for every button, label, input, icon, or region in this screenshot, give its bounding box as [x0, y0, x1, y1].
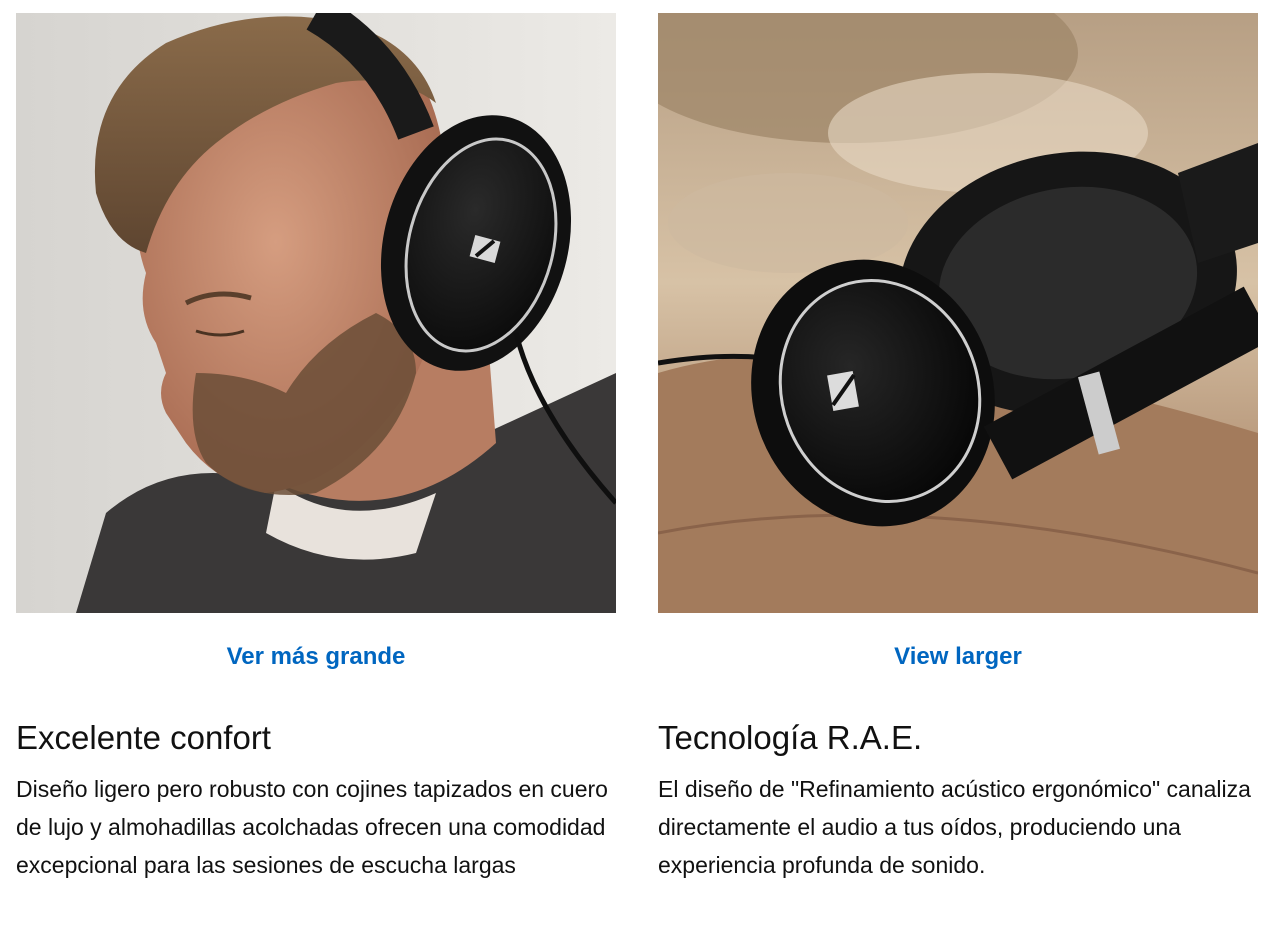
feature-title: Tecnología R.A.E. — [658, 719, 923, 756]
feature-description: Diseño ligero pero robusto con cojines t… — [16, 776, 608, 878]
feature-title: Excelente confort — [16, 719, 271, 756]
product-photo-man-headphones[interactable] — [16, 13, 616, 613]
view-larger-link[interactable]: View larger — [658, 642, 1258, 672]
product-photo-headphones[interactable] — [658, 13, 1258, 613]
view-larger-link[interactable]: Ver más grande — [16, 642, 616, 672]
feature-card-rae-technology: View larger Tecnología R.A.E. El diseño … — [658, 13, 1258, 884]
feature-card-comfort: Ver más grande Excelente confort Diseño … — [16, 13, 616, 884]
feature-description: El diseño de "Refinamiento acústico ergo… — [658, 776, 1251, 878]
